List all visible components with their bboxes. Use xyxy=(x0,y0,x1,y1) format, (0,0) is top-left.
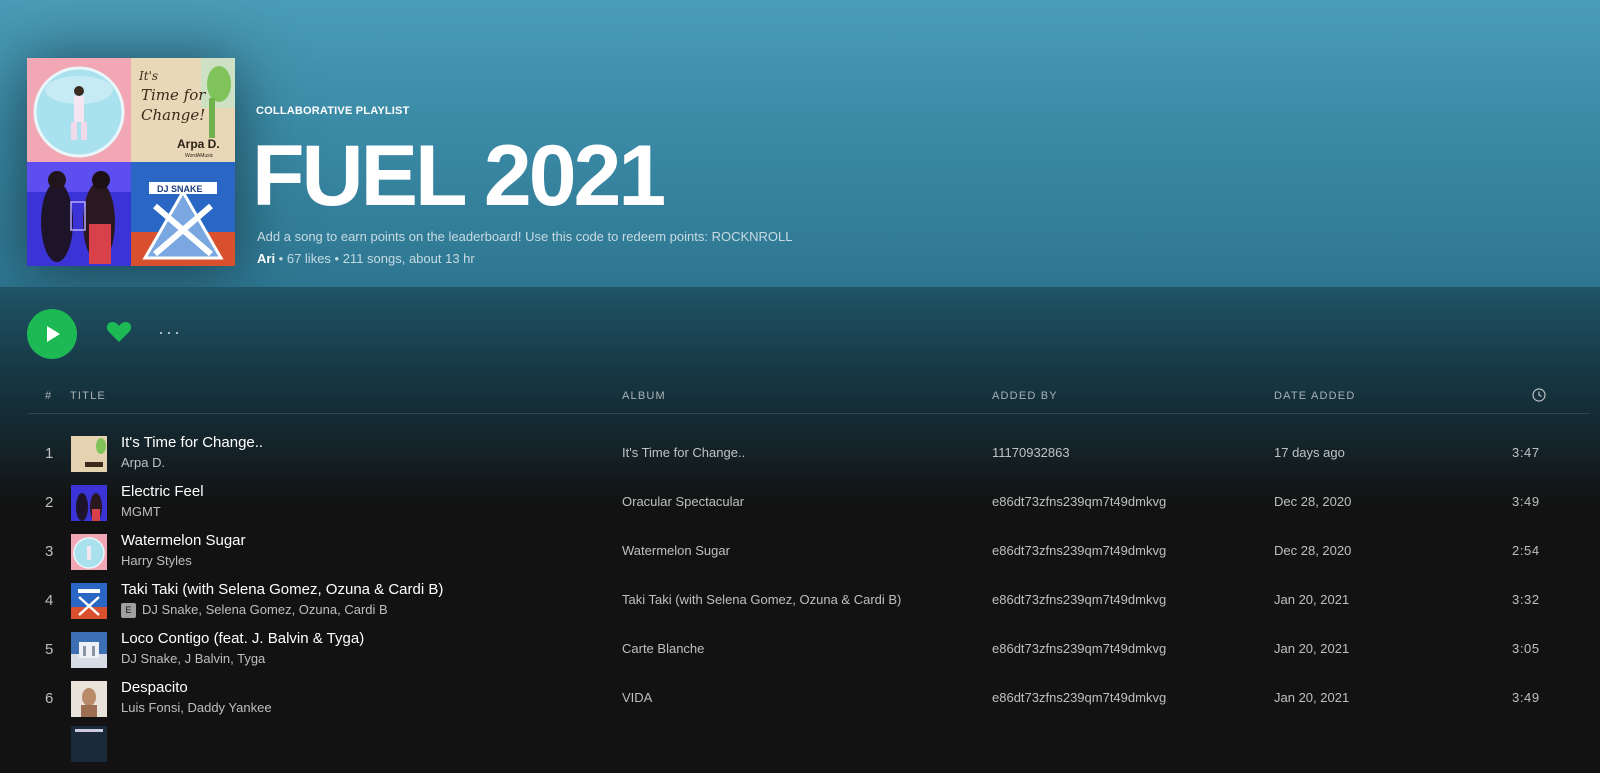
track-index: 6 xyxy=(45,690,54,707)
playlist-type-label: COLLABORATIVE PLAYLIST xyxy=(256,105,410,117)
track-artist[interactable]: Luis Fonsi, Daddy Yankee xyxy=(121,700,272,715)
track-row[interactable]: 2 Electric Feel MGMT Oracular Spectacula… xyxy=(28,478,1590,528)
track-date-added: Jan 20, 2021 xyxy=(1274,592,1350,607)
track-title[interactable]: Taki Taki (with Selena Gomez, Ozuna & Ca… xyxy=(121,581,443,598)
playlist-likes: 67 likes xyxy=(286,251,331,266)
track-thumbnail xyxy=(71,726,107,762)
track-artist[interactable]: DJ Snake, J Balvin, Tyga xyxy=(121,651,265,666)
track-index: 1 xyxy=(45,445,54,462)
track-index: 4 xyxy=(45,592,54,609)
track-row[interactable]: 6 Despacito Luis Fonsi, Daddy Yankee VID… xyxy=(28,674,1590,724)
play-button[interactable] xyxy=(27,309,77,359)
track-index: 3 xyxy=(45,543,54,560)
track-added-by[interactable]: e86dt73zfns239qm7t49dmkvg xyxy=(992,494,1166,509)
track-thumbnail xyxy=(71,583,107,619)
cover-text-time-for: Time for xyxy=(141,86,206,104)
track-duration: 3:49 xyxy=(1512,690,1540,705)
more-icon: ··· xyxy=(158,322,182,342)
playlist-cover: It's Time for Change! Arpa D. WordAMusic xyxy=(27,58,235,266)
playlist-meta: Ari • 67 likes • 211 songs, about 13 hr xyxy=(257,251,475,266)
track-date-added: Dec 28, 2020 xyxy=(1274,543,1352,558)
like-button[interactable] xyxy=(106,320,132,349)
playlist-header xyxy=(0,0,1600,287)
more-options-button[interactable]: ··· xyxy=(158,322,182,343)
header-index: # xyxy=(45,390,53,402)
track-duration: 3:05 xyxy=(1512,641,1540,656)
playlist-description: Add a song to earn points on the leaderb… xyxy=(257,229,793,244)
track-duration: 3:49 xyxy=(1512,494,1540,509)
cover-tile-taki-taki: DJ SNAKE xyxy=(131,162,235,266)
track-thumbnail xyxy=(71,485,107,521)
playlist-owner-link[interactable]: Ari xyxy=(257,251,275,266)
track-duration: 2:54 xyxy=(1512,543,1540,558)
clock-icon xyxy=(1532,388,1546,402)
track-thumbnail xyxy=(71,436,107,472)
track-row[interactable]: 3 Watermelon Sugar Harry Styles Watermel… xyxy=(28,527,1590,577)
track-artist[interactable]: DJ Snake, Selena Gomez, Ozuna, Cardi B xyxy=(142,602,388,617)
track-date-added: Jan 20, 2021 xyxy=(1274,641,1350,656)
track-row[interactable]: 4 Taki Taki (with Selena Gomez, Ozuna & … xyxy=(28,576,1590,626)
track-album[interactable]: It's Time for Change.. xyxy=(622,445,745,460)
header-album[interactable]: ALBUM xyxy=(622,390,666,402)
cover-text-dj-snake: DJ SNAKE xyxy=(157,184,203,194)
track-artist[interactable]: Arpa D. xyxy=(121,455,165,470)
track-date-added: Jan 20, 2021 xyxy=(1274,690,1350,705)
track-artist[interactable]: Harry Styles xyxy=(121,553,192,568)
track-duration: 3:47 xyxy=(1512,445,1540,460)
playlist-stats: 211 songs, about 13 hr xyxy=(342,251,475,266)
track-thumbnail xyxy=(71,534,107,570)
cover-tile-its-time-for-change: It's Time for Change! Arpa D. WordAMusic xyxy=(131,58,235,162)
play-icon xyxy=(47,326,60,342)
track-album[interactable]: Taki Taki (with Selena Gomez, Ozuna & Ca… xyxy=(622,592,901,607)
track-added-by[interactable]: 11170932863 xyxy=(992,445,1070,460)
track-added-by[interactable]: e86dt73zfns239qm7t49dmkvg xyxy=(992,641,1166,656)
track-thumbnail xyxy=(71,681,107,717)
cover-text-artist: Arpa D. xyxy=(177,137,220,151)
track-album[interactable]: VIDA xyxy=(622,690,652,705)
track-added-by[interactable]: e86dt73zfns239qm7t49dmkvg xyxy=(992,690,1166,705)
cover-tile-watermelon-sugar xyxy=(27,58,131,162)
track-row[interactable]: 1 It's Time for Change.. Arpa D. It's Ti… xyxy=(28,429,1590,479)
meta-separator: • xyxy=(275,251,287,266)
track-date-added: Dec 28, 2020 xyxy=(1274,494,1352,509)
cover-tile-oracular-spectacular xyxy=(27,162,131,266)
meta-separator: • xyxy=(330,251,343,266)
track-date-added: 17 days ago xyxy=(1274,445,1345,460)
track-row-partial[interactable] xyxy=(28,723,1590,773)
playlist-title: FUEL 2021 xyxy=(252,128,666,224)
track-title[interactable]: Electric Feel xyxy=(121,483,204,500)
track-album[interactable]: Watermelon Sugar xyxy=(622,543,730,558)
track-title[interactable]: Watermelon Sugar xyxy=(121,532,246,549)
cover-text-change: Change! xyxy=(141,106,205,124)
track-artist-line: E DJ Snake, Selena Gomez, Ozuna, Cardi B xyxy=(121,602,388,618)
heart-icon xyxy=(106,322,132,342)
track-title[interactable]: Despacito xyxy=(121,679,188,696)
track-added-by[interactable]: e86dt73zfns239qm7t49dmkvg xyxy=(992,592,1166,607)
track-album[interactable]: Carte Blanche xyxy=(622,641,704,656)
track-album[interactable]: Oracular Spectacular xyxy=(622,494,744,509)
track-title[interactable]: It's Time for Change.. xyxy=(121,434,263,451)
track-duration: 3:32 xyxy=(1512,592,1540,607)
cover-text-label: WordAMusic xyxy=(185,153,214,159)
track-added-by[interactable]: e86dt73zfns239qm7t49dmkvg xyxy=(992,543,1166,558)
track-index: 5 xyxy=(45,641,54,658)
explicit-badge: E xyxy=(121,603,136,618)
track-index: 2 xyxy=(45,494,54,511)
tracklist-header: # TITLE ALBUM ADDED BY DATE ADDED xyxy=(28,385,1590,414)
header-date-added[interactable]: DATE ADDED xyxy=(1274,390,1355,402)
header-duration[interactable] xyxy=(1532,388,1546,405)
track-row[interactable]: 5 Loco Contigo (feat. J. Balvin & Tyga) … xyxy=(28,625,1590,675)
track-title[interactable]: Loco Contigo (feat. J. Balvin & Tyga) xyxy=(121,630,364,647)
header-added-by[interactable]: ADDED BY xyxy=(992,390,1058,402)
cover-text-its: It's xyxy=(138,69,158,83)
track-thumbnail xyxy=(71,632,107,668)
header-title[interactable]: TITLE xyxy=(70,390,106,402)
track-artist[interactable]: MGMT xyxy=(121,504,161,519)
